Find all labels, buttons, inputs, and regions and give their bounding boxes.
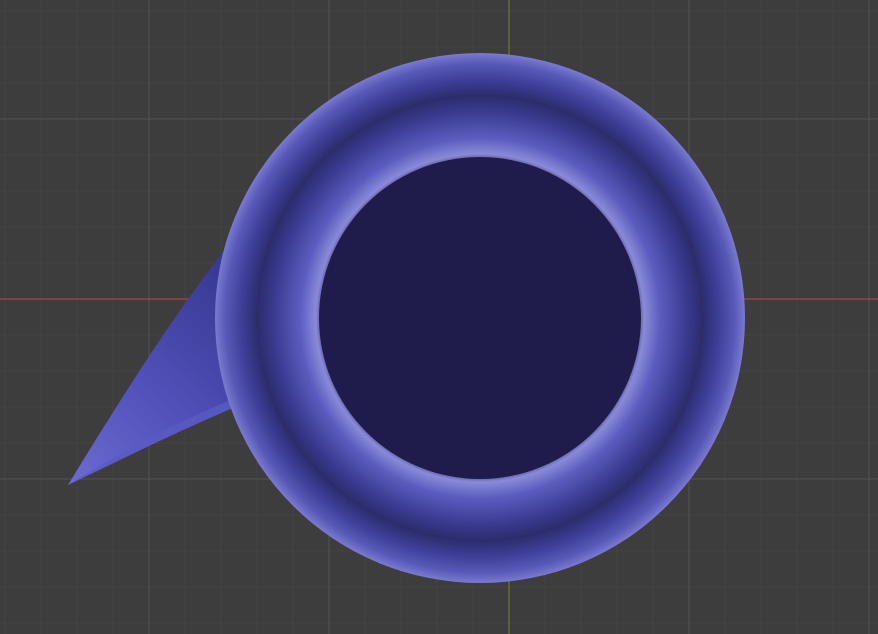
bubble-tail[interactable] bbox=[68, 248, 240, 485]
speech-bubble-mesh[interactable] bbox=[68, 53, 745, 583]
3d-viewport[interactable] bbox=[0, 0, 878, 634]
viewport-canvas[interactable] bbox=[0, 0, 878, 634]
bubble-inner-face[interactable] bbox=[319, 157, 641, 479]
